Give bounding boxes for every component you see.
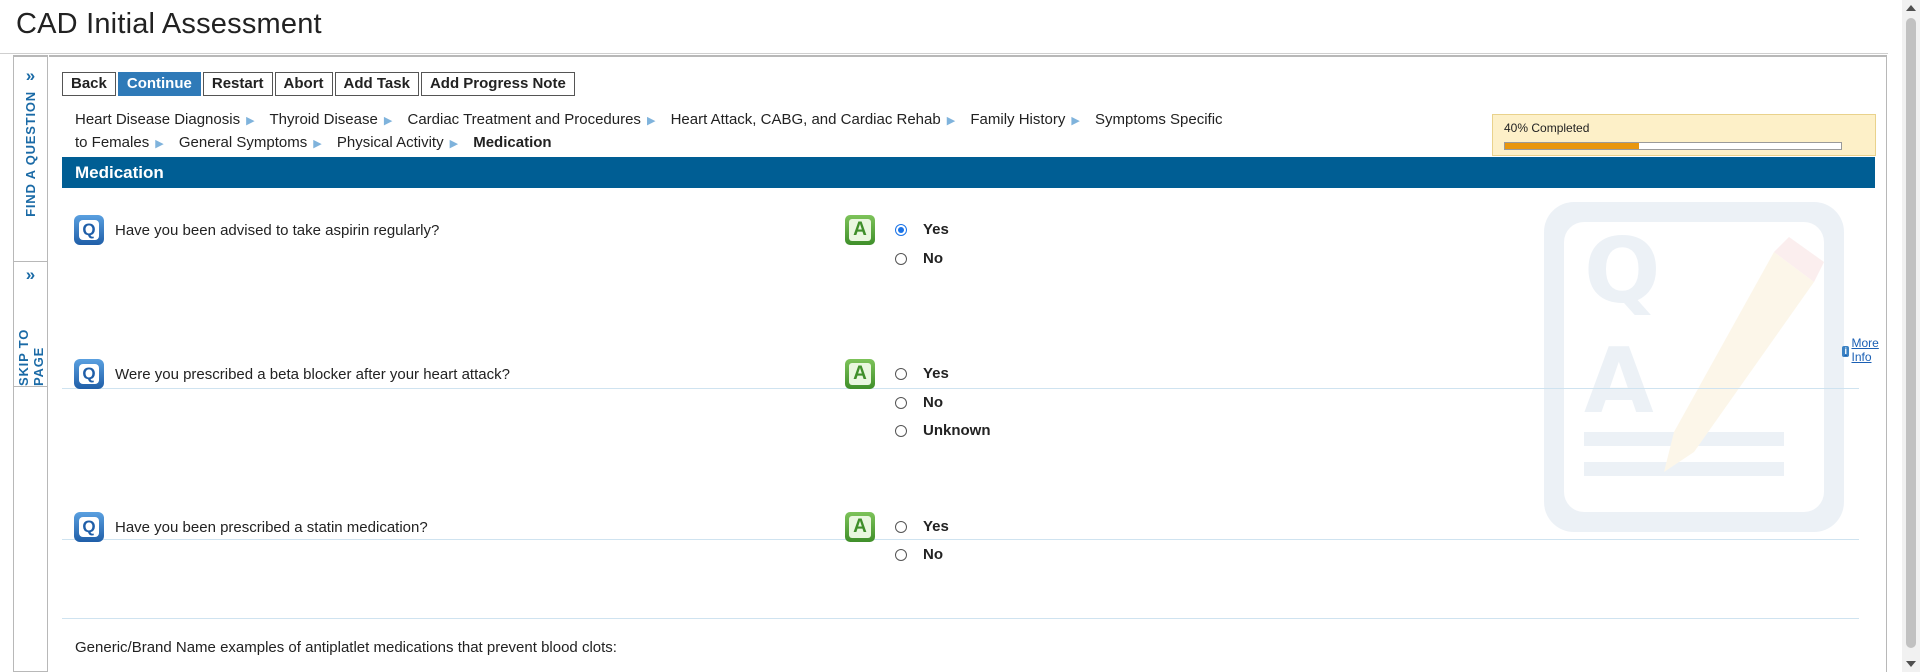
breadcrumb-item[interactable]: Cardiac Treatment and Procedures [407, 111, 640, 128]
vertical-scrollbar[interactable] [1902, 0, 1920, 672]
question-row: Q Were you prescribed a beta blocker aft… [62, 354, 1862, 540]
breadcrumb-item[interactable]: Family History [970, 111, 1065, 128]
breadcrumb-arrow-icon: ▶ [383, 115, 393, 127]
option-label: Yes [923, 221, 949, 238]
radio-button[interactable] [895, 223, 907, 236]
scroll-thumb[interactable] [1906, 18, 1916, 648]
question-divider [62, 618, 1859, 619]
skip-to-page-label: SKIP TO PAGE [15, 328, 46, 386]
question-icon: Q [74, 215, 104, 245]
page-title: CAD Initial Assessment [16, 8, 322, 40]
question-row: Q Have you been prescribed a statin medi… [62, 507, 1862, 627]
breadcrumb-item[interactable]: Thyroid Disease [269, 111, 377, 128]
radio-button[interactable] [895, 520, 907, 533]
double-chevron-icon: » [25, 66, 36, 85]
progress-label: 40% Completed [1504, 121, 1590, 135]
breadcrumb-arrow-icon: ▶ [946, 115, 956, 127]
question-text: Have you been prescribed a statin medica… [115, 519, 428, 536]
option-label: Unknown [923, 422, 991, 439]
find-question-label: FIND A QUESTION [23, 91, 38, 217]
toolbar: Back Continue Restart Abort Add Task Add… [62, 72, 575, 96]
title-divider [0, 53, 1888, 54]
answer-icon: A [845, 215, 875, 245]
option-no[interactable]: No [895, 546, 943, 563]
option-label: No [923, 250, 943, 267]
breadcrumb-arrow-icon: ▶ [246, 115, 255, 127]
find-question-tab[interactable]: » FIND A QUESTION [14, 63, 47, 262]
option-label: No [923, 546, 943, 563]
skip-to-page-tab[interactable]: » SKIP TO PAGE [14, 262, 47, 387]
question-row: Q Have you been advised to take aspirin … [62, 210, 1862, 389]
side-tab-column: » FIND A QUESTION » SKIP TO PAGE [13, 55, 48, 672]
radio-button[interactable] [895, 424, 907, 437]
back-button[interactable]: Back [62, 72, 116, 96]
option-yes[interactable]: Yes [895, 221, 949, 238]
option-unknown[interactable]: Unknown [895, 422, 991, 439]
breadcrumb-item[interactable]: Heart Attack, CABG, and Cardiac Rehab [671, 111, 941, 128]
option-label: No [923, 394, 943, 411]
option-no[interactable]: No [895, 250, 943, 267]
breadcrumb-item[interactable]: General Symptoms [179, 134, 307, 151]
continue-button[interactable]: Continue [117, 72, 201, 96]
breadcrumb-arrow-icon: ▶ [646, 115, 656, 127]
breadcrumb-arrow-icon: ▶ [1071, 115, 1080, 127]
option-yes[interactable]: Yes [895, 518, 949, 535]
scroll-down-icon[interactable] [1906, 661, 1916, 667]
breadcrumb-arrow-icon: ▶ [155, 138, 164, 150]
abort-button[interactable]: Abort [274, 72, 333, 96]
question-icon: Q [74, 512, 104, 542]
radio-button[interactable] [895, 396, 907, 409]
answer-icon: A [845, 359, 875, 389]
question-text: Have you been advised to take aspirin re… [115, 222, 440, 239]
progress-bar-fill [1505, 143, 1640, 149]
breadcrumb: Heart Disease Diagnosis ▶ Thyroid Disease… [75, 109, 1235, 155]
question-text: Were you prescribed a beta blocker after… [115, 366, 510, 383]
progress-panel: 40% Completed [1492, 114, 1876, 156]
assessment-panel: Back Continue Restart Abort Add Task Add… [49, 55, 1887, 672]
generic-brand-note: Generic/Brand Name examples of antiplatl… [75, 639, 617, 656]
breadcrumb-arrow-icon: ▶ [313, 138, 322, 150]
double-chevron-icon: » [25, 265, 36, 284]
answer-icon: A [845, 512, 875, 542]
breadcrumb-arrow-icon: ▶ [449, 138, 459, 150]
add-progress-note-button[interactable]: Add Progress Note [420, 72, 575, 96]
breadcrumb-current: Medication [473, 134, 552, 151]
option-label: Yes [923, 518, 949, 535]
restart-button[interactable]: Restart [202, 72, 273, 96]
section-header: Medication [62, 157, 1875, 188]
add-task-button[interactable]: Add Task [334, 72, 419, 96]
radio-button[interactable] [895, 548, 907, 561]
scroll-up-icon[interactable] [1906, 5, 1916, 11]
radio-button[interactable] [895, 252, 907, 265]
option-label: Yes [923, 365, 949, 382]
question-icon: Q [74, 359, 104, 389]
breadcrumb-item[interactable]: Heart Disease Diagnosis [75, 111, 240, 128]
option-yes[interactable]: Yes [895, 365, 949, 382]
option-no[interactable]: No [895, 394, 943, 411]
progress-bar [1504, 142, 1842, 150]
radio-button[interactable] [895, 367, 907, 380]
breadcrumb-item[interactable]: Physical Activity [337, 134, 444, 151]
